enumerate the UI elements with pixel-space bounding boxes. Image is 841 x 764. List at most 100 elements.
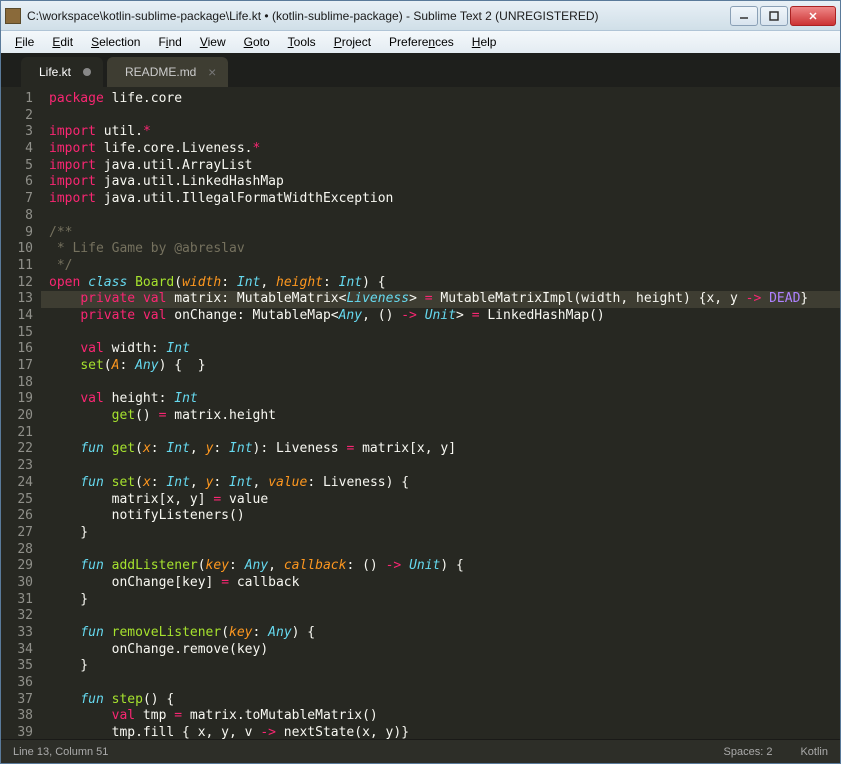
code-line[interactable] — [49, 458, 840, 475]
status-syntax[interactable]: Kotlin — [800, 746, 828, 758]
close-button[interactable] — [790, 6, 836, 26]
code-line[interactable]: onChange[key] = callback — [49, 575, 840, 592]
line-number[interactable]: 20 — [1, 408, 33, 425]
code-line[interactable]: import java.util.LinkedHashMap — [49, 174, 840, 191]
code-line[interactable]: val tmp = matrix.toMutableMatrix() — [49, 708, 840, 725]
code-line[interactable]: import life.core.Liveness.* — [49, 141, 840, 158]
code-line[interactable]: matrix[x, y] = value — [49, 492, 840, 509]
line-number[interactable]: 38 — [1, 708, 33, 725]
line-number[interactable]: 27 — [1, 525, 33, 542]
maximize-button[interactable] — [760, 6, 788, 26]
code-line[interactable]: fun get(x: Int, y: Int): Liveness = matr… — [49, 441, 840, 458]
line-number[interactable]: 17 — [1, 358, 33, 375]
code-line[interactable]: notifyListeners() — [49, 508, 840, 525]
menu-view[interactable]: View — [192, 33, 234, 51]
line-number[interactable]: 12 — [1, 275, 33, 292]
menu-edit[interactable]: Edit — [44, 33, 81, 51]
code-line[interactable]: tmp.fill { x, y, v -> nextState(x, y)} — [49, 725, 840, 739]
code-line[interactable]: * Life Game by @abreslav — [49, 241, 840, 258]
line-number[interactable]: 10 — [1, 241, 33, 258]
line-number[interactable]: 26 — [1, 508, 33, 525]
code-line[interactable]: onChange.remove(key) — [49, 642, 840, 659]
line-number[interactable]: 1 — [1, 91, 33, 108]
line-number[interactable]: 21 — [1, 425, 33, 442]
line-number[interactable]: 28 — [1, 542, 33, 559]
code-line[interactable]: /** — [49, 225, 840, 242]
code-line[interactable]: import util.* — [49, 124, 840, 141]
line-number[interactable]: 36 — [1, 675, 33, 692]
line-number[interactable]: 11 — [1, 258, 33, 275]
line-number[interactable]: 30 — [1, 575, 33, 592]
code-line[interactable]: import java.util.ArrayList — [49, 158, 840, 175]
code-line[interactable]: val width: Int — [49, 341, 840, 358]
line-number[interactable]: 6 — [1, 174, 33, 191]
line-number[interactable]: 7 — [1, 191, 33, 208]
code-line[interactable]: fun set(x: Int, y: Int, value: Liveness)… — [49, 475, 840, 492]
tab-life-kt[interactable]: Life.kt — [21, 57, 103, 87]
line-number[interactable]: 18 — [1, 375, 33, 392]
line-number[interactable]: 15 — [1, 325, 33, 342]
code-line[interactable] — [49, 108, 840, 125]
code-line[interactable]: get() = matrix.height — [49, 408, 840, 425]
status-indent[interactable]: Spaces: 2 — [724, 746, 773, 758]
code-line[interactable] — [49, 208, 840, 225]
tab-readme-md[interactable]: README.md× — [107, 57, 228, 87]
line-number[interactable]: 23 — [1, 458, 33, 475]
menu-find[interactable]: Find — [150, 33, 189, 51]
menu-help[interactable]: Help — [464, 33, 505, 51]
line-number[interactable]: 25 — [1, 492, 33, 509]
line-number[interactable]: 19 — [1, 391, 33, 408]
code-line[interactable] — [49, 425, 840, 442]
code-line[interactable]: */ — [49, 258, 840, 275]
line-number[interactable]: 9 — [1, 225, 33, 242]
code-line[interactable]: } — [49, 658, 840, 675]
code-line[interactable]: open class Board(width: Int, height: Int… — [49, 275, 840, 292]
code-line[interactable]: private val matrix: MutableMatrix<Livene… — [49, 291, 840, 308]
code-area[interactable]: 1234567891011121314151617181920212223242… — [1, 87, 840, 739]
code-content[interactable]: package life.core import util.*import li… — [41, 87, 840, 739]
code-line[interactable]: package life.core — [49, 91, 840, 108]
menu-project[interactable]: Project — [326, 33, 379, 51]
code-line[interactable] — [49, 675, 840, 692]
menu-goto[interactable]: Goto — [236, 33, 278, 51]
line-number[interactable]: 24 — [1, 475, 33, 492]
code-line[interactable]: import java.util.IllegalFormatWidthExcep… — [49, 191, 840, 208]
line-number[interactable]: 5 — [1, 158, 33, 175]
code-line[interactable]: val height: Int — [49, 391, 840, 408]
line-number[interactable]: 14 — [1, 308, 33, 325]
code-line[interactable] — [49, 542, 840, 559]
line-number[interactable]: 3 — [1, 124, 33, 141]
line-number[interactable]: 35 — [1, 658, 33, 675]
line-number[interactable]: 31 — [1, 592, 33, 609]
line-number[interactable]: 37 — [1, 692, 33, 709]
minimize-button[interactable] — [730, 6, 758, 26]
line-number[interactable]: 22 — [1, 441, 33, 458]
menu-preferences[interactable]: Preferences — [381, 33, 462, 51]
code-line[interactable]: fun step() { — [49, 692, 840, 709]
line-number[interactable]: 2 — [1, 108, 33, 125]
line-number[interactable]: 13 — [1, 291, 33, 308]
close-icon[interactable]: × — [208, 64, 216, 80]
line-number[interactable]: 4 — [1, 141, 33, 158]
code-line[interactable]: set(A: Any) { } — [49, 358, 840, 375]
code-line[interactable]: fun addListener(key: Any, callback: () -… — [49, 558, 840, 575]
line-number[interactable]: 8 — [1, 208, 33, 225]
code-line[interactable]: fun removeListener(key: Any) { — [49, 625, 840, 642]
menu-tools[interactable]: Tools — [280, 33, 324, 51]
menu-selection[interactable]: Selection — [83, 33, 148, 51]
line-number[interactable]: 16 — [1, 341, 33, 358]
code-line[interactable] — [49, 325, 840, 342]
code-line[interactable] — [49, 375, 840, 392]
code-line[interactable]: private val onChange: MutableMap<Any, ()… — [49, 308, 840, 325]
line-number[interactable]: 32 — [1, 608, 33, 625]
code-line[interactable]: } — [49, 592, 840, 609]
titlebar[interactable]: C:\workspace\kotlin-sublime-package\Life… — [1, 1, 840, 31]
line-number[interactable]: 29 — [1, 558, 33, 575]
status-cursor[interactable]: Line 13, Column 51 — [13, 746, 108, 758]
code-line[interactable]: } — [49, 525, 840, 542]
line-number[interactable]: 34 — [1, 642, 33, 659]
line-number[interactable]: 33 — [1, 625, 33, 642]
line-number[interactable]: 39 — [1, 725, 33, 739]
menu-file[interactable]: File — [7, 33, 42, 51]
code-line[interactable] — [49, 608, 840, 625]
